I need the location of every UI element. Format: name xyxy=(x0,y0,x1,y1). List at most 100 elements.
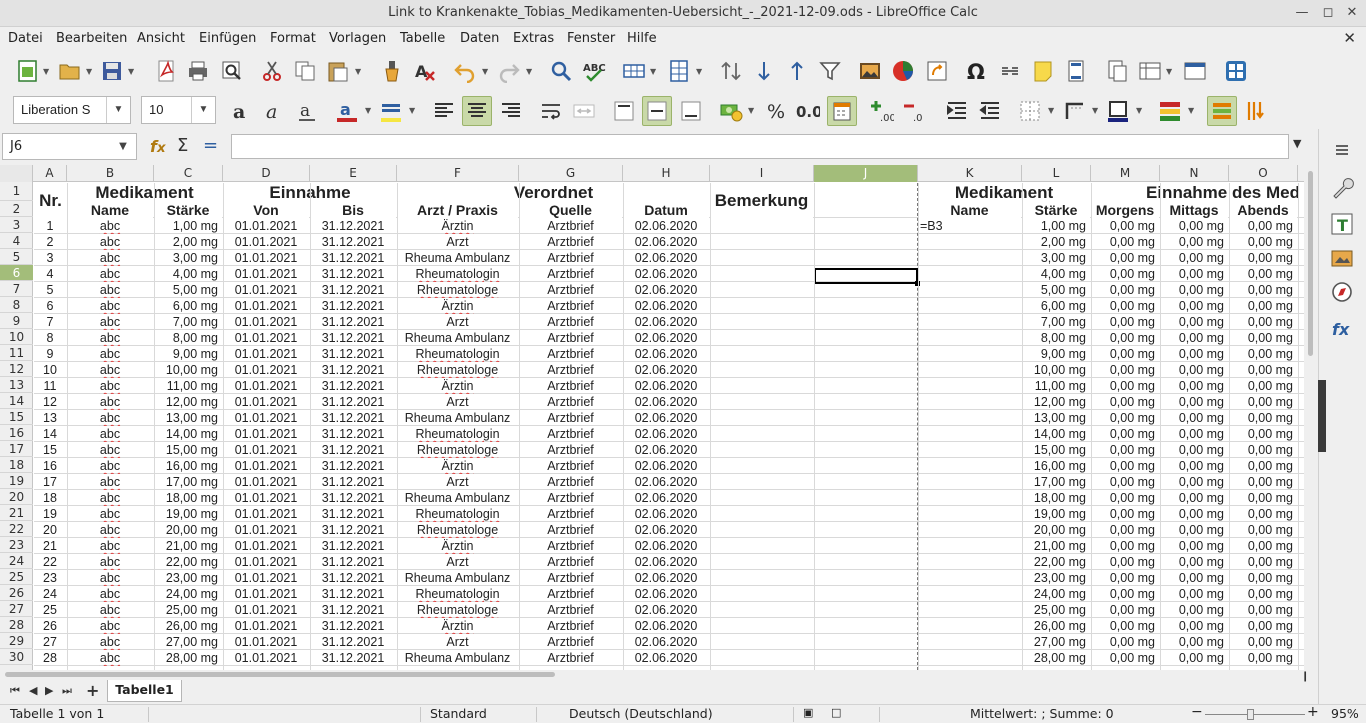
cell-arzt[interactable]: Arzt xyxy=(397,314,518,330)
column-header-o[interactable]: O xyxy=(1229,165,1298,182)
row-header-17[interactable]: 17 xyxy=(0,441,33,457)
cell-quelle[interactable]: Arztbrief xyxy=(519,394,622,410)
cell-n[interactable]: 0,00 mg xyxy=(1160,602,1228,618)
cell-m[interactable]: 0,00 mg xyxy=(1091,378,1159,394)
chevron-down-icon[interactable]: ▼ xyxy=(355,67,361,76)
cell-n[interactable]: 0,00 mg xyxy=(1160,634,1228,650)
chevron-down-icon[interactable]: ▼ xyxy=(748,106,754,115)
column-header-e[interactable]: E xyxy=(310,165,397,182)
spelling-icon[interactable]: ABC xyxy=(582,59,606,83)
cell-bis[interactable]: 31.12.2021 xyxy=(310,378,396,394)
paste-icon[interactable] xyxy=(326,59,350,83)
cell-l[interactable]: 26,00 mg xyxy=(1022,618,1090,634)
row-header-5[interactable]: 5 xyxy=(0,249,33,265)
cell-m[interactable]: 0,00 mg xyxy=(1091,362,1159,378)
row-header-19[interactable]: 19 xyxy=(0,473,33,489)
decrease-indent-icon[interactable] xyxy=(978,99,1002,123)
cell-datum[interactable]: 02.06.2020 xyxy=(623,234,709,250)
cell-arzt[interactable]: Ärztin xyxy=(397,458,518,474)
cell-staerke[interactable]: 14,00 mg xyxy=(154,426,222,442)
align-left-icon[interactable] xyxy=(432,99,456,123)
row-header-2[interactable]: 2 xyxy=(0,201,33,217)
cell-staerke[interactable]: 10,00 mg xyxy=(154,362,222,378)
autofilter-icon[interactable] xyxy=(818,59,842,83)
cell-nr[interactable]: 18 xyxy=(34,490,66,506)
cell-name[interactable]: abc xyxy=(67,282,153,298)
cell-n[interactable]: 0,00 mg xyxy=(1160,250,1228,266)
cell-staerke[interactable]: 9,00 mg xyxy=(154,346,222,362)
cell-datum[interactable]: 02.06.2020 xyxy=(623,426,709,442)
cell-quelle[interactable]: Arztbrief xyxy=(519,298,622,314)
cell-n[interactable]: 0,00 mg xyxy=(1160,490,1228,506)
cell-m[interactable]: 0,00 mg xyxy=(1091,570,1159,586)
cell-n[interactable]: 0,00 mg xyxy=(1160,362,1228,378)
row-header-25[interactable]: 25 xyxy=(0,569,33,585)
column-header-l[interactable]: L xyxy=(1022,165,1091,182)
cell-o[interactable]: 0,00 mg xyxy=(1229,426,1297,442)
last-sheet-icon[interactable]: ⏭ xyxy=(62,684,72,698)
cell-l[interactable]: 7,00 mg xyxy=(1022,314,1090,330)
freeze-rows-columns-icon[interactable] xyxy=(1138,59,1162,83)
redo-icon[interactable] xyxy=(497,59,521,83)
cell-n[interactable]: 0,00 mg xyxy=(1160,554,1228,570)
cell-o[interactable]: 0,00 mg xyxy=(1229,570,1297,586)
cell-l[interactable]: 3,00 mg xyxy=(1022,250,1090,266)
number-format-icon[interactable]: 0.0 xyxy=(796,99,820,123)
cell-n[interactable]: 0,00 mg xyxy=(1160,538,1228,554)
cell-m[interactable]: 0,00 mg xyxy=(1091,266,1159,282)
cell-staerke[interactable]: 2,00 mg xyxy=(154,234,222,250)
cell-o[interactable]: 0,00 mg xyxy=(1229,650,1297,666)
cell-von[interactable]: 01.01.2021 xyxy=(223,298,309,314)
chevron-down-icon[interactable]: ▼ xyxy=(409,106,415,115)
cell-arzt[interactable]: Rheumatologin xyxy=(397,586,518,602)
cell-arzt[interactable]: Rheuma Ambulanz xyxy=(397,250,518,266)
zoom-level[interactable]: 95% xyxy=(1331,706,1359,721)
cell-nr[interactable]: 1 xyxy=(34,218,66,234)
zoom-out-icon[interactable]: − xyxy=(1191,704,1203,720)
cell-nr[interactable]: 8 xyxy=(34,330,66,346)
menu-vorlagen[interactable]: Vorlagen xyxy=(329,31,386,46)
cell-nr[interactable]: 19 xyxy=(34,506,66,522)
cell-von[interactable]: 01.01.2021 xyxy=(223,266,309,282)
cell-n[interactable]: 0,00 mg xyxy=(1160,330,1228,346)
row-header-22[interactable]: 22 xyxy=(0,521,33,537)
menu-datei[interactable]: Datei xyxy=(8,31,43,46)
cell-nr[interactable]: 15 xyxy=(34,442,66,458)
cell-bis[interactable]: 31.12.2021 xyxy=(310,586,396,602)
cell-name[interactable]: abc xyxy=(67,602,153,618)
cell-arzt[interactable]: Rheumatologe xyxy=(397,282,518,298)
row-header-9[interactable]: 9 xyxy=(0,313,33,329)
cell-datum[interactable]: 02.06.2020 xyxy=(623,266,709,282)
cell-bis[interactable]: 31.12.2021 xyxy=(310,442,396,458)
open-folder-icon[interactable] xyxy=(58,59,82,83)
row-icon[interactable] xyxy=(622,59,646,83)
copy-icon[interactable] xyxy=(293,59,317,83)
row-header-10[interactable]: 10 xyxy=(0,329,33,345)
currency-format-icon[interactable] xyxy=(719,99,743,123)
cell-arzt[interactable]: Ärztin xyxy=(397,298,518,314)
cell-von[interactable]: 01.01.2021 xyxy=(223,314,309,330)
navigator-icon[interactable] xyxy=(1329,279,1355,305)
selection-mode-icon[interactable]: ▣ xyxy=(803,706,813,719)
row-header-15[interactable]: 15 xyxy=(0,409,33,425)
cell-l[interactable]: 18,00 mg xyxy=(1022,490,1090,506)
cell-quelle[interactable]: Arztbrief xyxy=(519,522,622,538)
cell-name[interactable]: abc xyxy=(67,474,153,490)
cell-o[interactable]: 0,00 mg xyxy=(1229,490,1297,506)
cell-quelle[interactable]: Arztbrief xyxy=(519,586,622,602)
cell-datum[interactable]: 02.06.2020 xyxy=(623,602,709,618)
cell-arzt[interactable]: Ärztin xyxy=(397,618,518,634)
row-header-8[interactable]: 8 xyxy=(0,297,33,313)
sort-descending-icon[interactable] xyxy=(752,59,776,83)
cell-n[interactable]: 0,00 mg xyxy=(1160,458,1228,474)
row-header-30[interactable]: 30 xyxy=(0,649,33,665)
row-header-20[interactable]: 20 xyxy=(0,489,33,505)
cell-datum[interactable]: 02.06.2020 xyxy=(623,586,709,602)
cell-datum[interactable]: 02.06.2020 xyxy=(623,506,709,522)
cell-datum[interactable]: 02.06.2020 xyxy=(623,330,709,346)
cell-von[interactable]: 01.01.2021 xyxy=(223,282,309,298)
chevron-down-icon[interactable]: ▼ xyxy=(106,97,130,123)
cell-n[interactable]: 0,00 mg xyxy=(1160,474,1228,490)
cell-quelle[interactable]: Arztbrief xyxy=(519,218,622,234)
cell-staerke[interactable]: 22,00 mg xyxy=(154,554,222,570)
